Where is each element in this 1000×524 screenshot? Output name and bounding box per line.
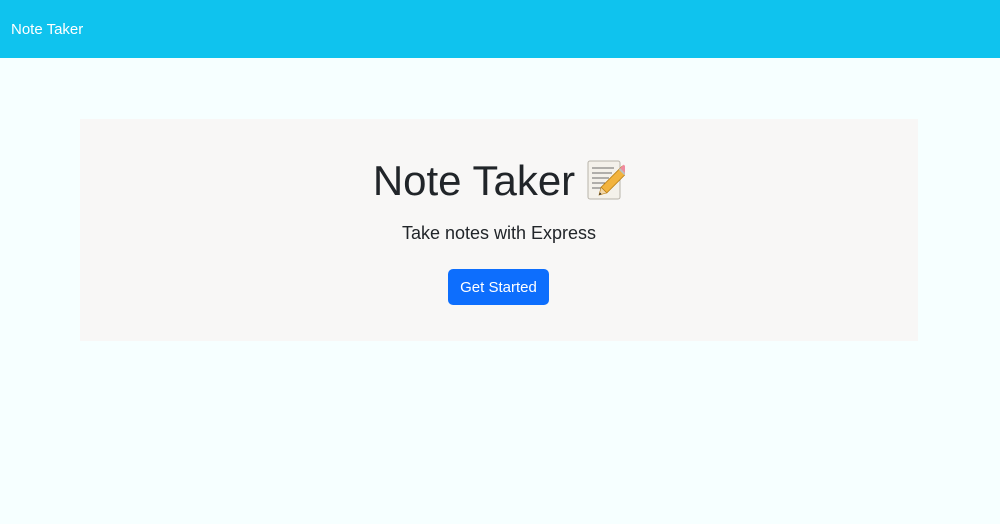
get-started-button[interactable]: Get Started bbox=[448, 269, 549, 305]
navbar: Note Taker bbox=[0, 0, 1000, 58]
hero-subtitle: Take notes with Express bbox=[401, 223, 597, 243]
hero-panel: Note Taker Take notes with Express Get S… bbox=[80, 119, 918, 341]
memo-icon bbox=[587, 159, 630, 203]
page-title: Note Taker bbox=[80, 153, 918, 209]
navbar-brand[interactable]: Note Taker bbox=[11, 21, 83, 38]
page-title-text: Note Taker bbox=[372, 157, 576, 204]
